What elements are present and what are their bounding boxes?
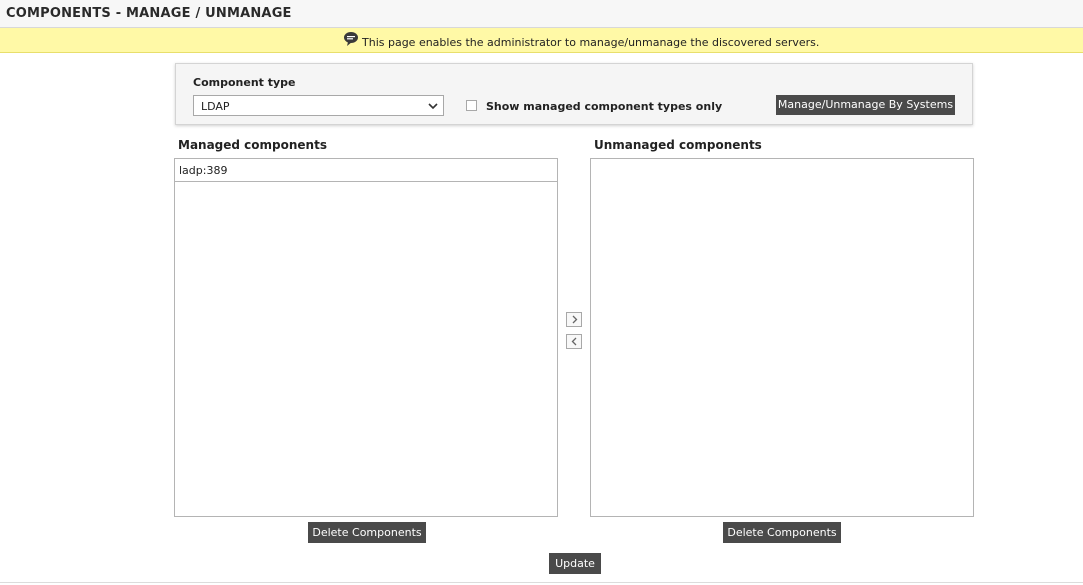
chevron-left-icon xyxy=(571,337,577,346)
component-type-select[interactable]: LDAP xyxy=(193,95,444,116)
managed-components-heading: Managed components xyxy=(178,138,327,152)
chevron-right-icon xyxy=(572,315,578,324)
speech-bubble-icon xyxy=(344,32,358,46)
move-to-managed-button[interactable] xyxy=(566,334,582,349)
chevron-down-icon xyxy=(428,103,438,110)
unmanaged-components-heading: Unmanaged components xyxy=(594,138,762,152)
info-banner-text: This page enables the administrator to m… xyxy=(362,36,820,49)
delete-managed-components-button[interactable]: Delete Components xyxy=(308,522,426,543)
unmanaged-components-list[interactable] xyxy=(590,158,974,517)
footer-divider xyxy=(0,582,1083,583)
move-to-unmanaged-button[interactable] xyxy=(566,312,582,327)
component-type-label: Component type xyxy=(193,76,296,89)
page-title: COMPONENTS - MANAGE / UNMANAGE xyxy=(6,6,292,21)
filter-panel: Component type LDAP Show managed compone… xyxy=(175,63,973,125)
info-banner: This page enables the administrator to m… xyxy=(0,28,1083,53)
delete-unmanaged-components-button[interactable]: Delete Components xyxy=(723,522,841,543)
show-managed-checkbox[interactable] xyxy=(466,100,477,111)
show-managed-label: Show managed component types only xyxy=(486,100,723,113)
manage-by-systems-button[interactable]: Manage/Unmanage By Systems xyxy=(776,95,955,115)
update-button[interactable]: Update xyxy=(549,553,601,574)
component-type-selected-value: LDAP xyxy=(201,100,230,113)
managed-components-list[interactable]: ladp:389 xyxy=(174,158,558,517)
list-item[interactable]: ladp:389 xyxy=(175,159,557,182)
page-header: COMPONENTS - MANAGE / UNMANAGE xyxy=(0,0,1083,28)
